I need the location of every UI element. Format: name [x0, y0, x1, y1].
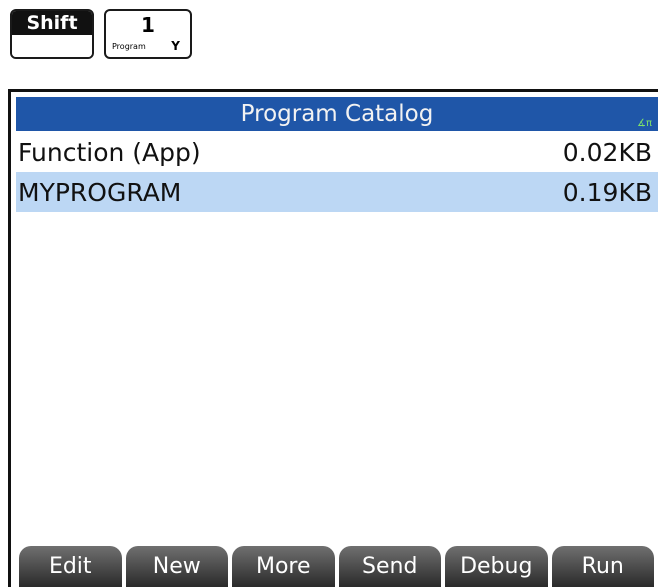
more-button[interactable]: More [232, 546, 335, 587]
debug-button[interactable]: Debug [445, 546, 548, 587]
key-alpha-label: Y [171, 39, 180, 53]
list-item[interactable]: Function (App) 0.02KB [16, 132, 658, 172]
program-size: 0.19KB [562, 177, 652, 207]
key-shift-function-label: Program [112, 42, 146, 51]
program-name: MYPROGRAM [18, 177, 182, 207]
list-item-selected[interactable]: MYPROGRAM 0.19KB [16, 172, 658, 212]
softkey-bar: Edit New More Send Debug Run [16, 543, 658, 587]
calculator-screen: Program Catalog ∡π Function (App) 0.02KB… [8, 89, 658, 587]
page-title: Program Catalog [240, 101, 434, 127]
key-sequence: Shift 1 Program Y [10, 9, 192, 59]
program-size: 0.02KB [562, 137, 652, 167]
shift-key[interactable]: Shift [10, 9, 94, 59]
key-digit-label: 1 [141, 13, 155, 37]
send-button[interactable]: Send [338, 546, 441, 587]
new-button[interactable]: New [125, 546, 228, 587]
program-name: Function (App) [18, 137, 201, 167]
shift-key-label: Shift [12, 11, 92, 35]
title-bar: Program Catalog ∡π [16, 97, 658, 131]
run-button[interactable]: Run [551, 546, 654, 587]
edit-button[interactable]: Edit [19, 546, 122, 587]
angle-mode-icon: ∡π [637, 118, 652, 129]
key-1-program[interactable]: 1 Program Y [104, 9, 192, 59]
